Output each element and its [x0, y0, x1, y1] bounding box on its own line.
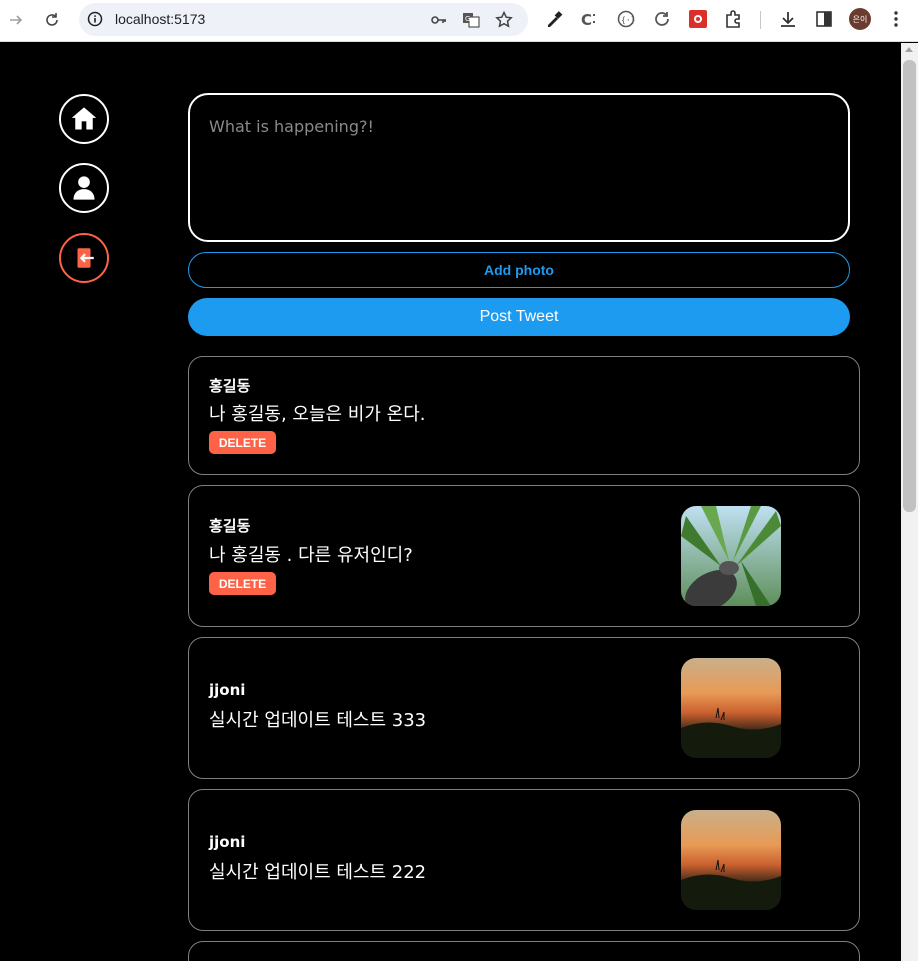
post-tweet-button[interactable]: Post Tweet [188, 298, 850, 336]
tweet-text: 나 홍길동, 오늘은 비가 온다. [209, 404, 426, 425]
tweet-card: jjoni 실시간 업데이트 테스트 222 [188, 789, 860, 931]
forward-icon[interactable] [4, 8, 28, 32]
delete-button[interactable]: DELETE [209, 431, 276, 454]
tweet-photo [681, 658, 781, 758]
profile-avatar[interactable]: 은이 [849, 8, 871, 30]
home-button[interactable] [59, 94, 109, 144]
svg-text:{·}: {·} [621, 16, 635, 25]
tweet-text: 실시간 업데이트 테스트 222 [209, 862, 427, 883]
bookmark-star-icon[interactable] [495, 10, 513, 29]
tweet-card: 홍길동 나 홍길동, 오늘은 비가 온다. DELETE [188, 356, 860, 475]
tweet-username: 홍길동 [209, 517, 251, 535]
logout-icon [77, 248, 94, 268]
toolbar-divider [760, 11, 761, 29]
extension-c-icon[interactable]: C [580, 9, 600, 29]
scroll-up-arrow-icon[interactable] [905, 47, 913, 52]
tweet-card: jjoni 실시간 업데이트 테스트 333 [188, 637, 860, 779]
browser-toolbar: localhost:5173 G C {·} 은이 [0, 0, 918, 42]
tweet-text: 실시간 업데이트 테스트 333 [209, 710, 427, 731]
tweet-username: 홍길동 [209, 377, 251, 395]
home-icon [71, 107, 97, 130]
tweet-photo [681, 810, 781, 910]
logout-button[interactable] [59, 233, 109, 283]
download-icon[interactable] [778, 9, 798, 29]
extension-red-icon[interactable] [688, 9, 708, 29]
more-menu-icon[interactable] [886, 9, 906, 29]
user-icon [73, 176, 95, 200]
address-bar[interactable]: localhost:5173 G [79, 3, 528, 36]
tweet-card [188, 941, 860, 961]
tweet-textarea[interactable] [188, 93, 850, 242]
svg-text:G: G [465, 15, 470, 23]
site-info-icon[interactable] [87, 11, 103, 27]
scrollbar-thumb[interactable] [903, 60, 916, 512]
tweet-text: 나 홍길동 . 다른 유저인디? [209, 545, 413, 566]
key-icon[interactable] [430, 11, 448, 29]
extension-code-icon[interactable]: {·} [616, 9, 636, 29]
delete-button[interactable]: DELETE [209, 572, 276, 595]
tweet-username: jjoni [209, 681, 246, 699]
eyedropper-icon[interactable] [544, 9, 564, 29]
translate-icon[interactable]: G [462, 11, 480, 29]
profile-button[interactable] [59, 163, 109, 213]
extension-refresh-icon[interactable] [652, 9, 672, 29]
tweet-card: 홍길동 나 홍길동 . 다른 유저인디? DELETE [188, 485, 860, 627]
tweet-photo [681, 506, 781, 606]
side-panel-icon[interactable] [814, 9, 834, 29]
url-text[interactable]: localhost:5173 [115, 11, 205, 27]
add-photo-button[interactable]: Add photo [188, 252, 850, 288]
extensions-puzzle-icon[interactable] [724, 9, 744, 29]
tweet-username: jjoni [209, 833, 246, 851]
reload-icon[interactable] [40, 8, 64, 32]
svg-text:C: C [581, 11, 592, 29]
